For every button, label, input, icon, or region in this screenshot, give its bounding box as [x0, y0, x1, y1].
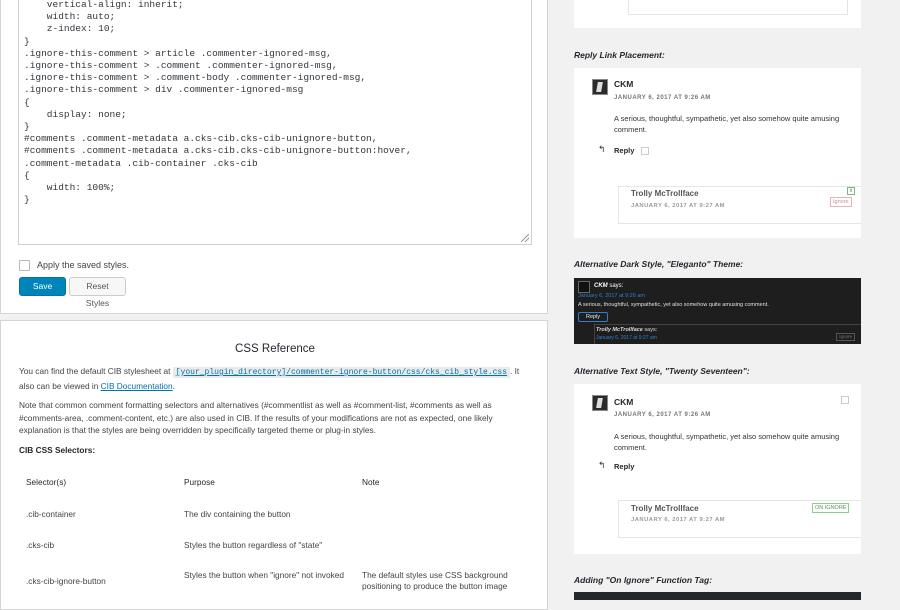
dark-author-name: CKM [594, 283, 608, 289]
comment-date: JANUARY 6, 2017 AT 9:26 AM [614, 95, 711, 101]
p1-end: . [172, 380, 175, 391]
reply-arrow-icon: ↰ [598, 144, 606, 154]
nested-comment-box [628, 0, 848, 15]
dark-troll-author: Trolly McTrollface says: [596, 327, 657, 333]
nested-comment: Trolly McTrollface JANUARY 6, 2017 AT 9:… [618, 500, 861, 538]
avatar [592, 79, 608, 95]
dark-style-example-card: CKM says: January 6, 2017 at 9:26 am A s… [574, 278, 861, 344]
dark-troll-date: January 6, 2017 at 9:27 am [596, 335, 657, 341]
row-selector: .cks-cib-ignore-button [26, 576, 106, 586]
comment-date: JANUARY 6, 2017 AT 9:26 AM [614, 412, 711, 418]
troll-author: Trolly McTrollface [631, 189, 699, 198]
save-css-button[interactable]: Save CSS [19, 277, 66, 308]
avatar [592, 395, 608, 411]
row-purpose: Styles the button when "ignore" not invo… [184, 570, 344, 580]
troll-date: JANUARY 6, 2017 AT 9:27 AM [631, 203, 725, 209]
row-note: The default styles use CSS background po… [362, 570, 508, 591]
reset-styles-button[interactable]: Reset Styles [69, 277, 126, 308]
header-note: Note [362, 477, 380, 487]
admin-bar-preview [574, 592, 861, 600]
comment-author: CKM [614, 79, 634, 89]
dark-comment-date: January 6, 2017 at 9:26 am [578, 293, 645, 299]
example-card-top [574, 0, 861, 28]
on-ignore-function-title: Adding "On Ignore" Function Tag: [574, 575, 713, 585]
ignore-button[interactable]: Ignore [830, 197, 852, 207]
row-purpose: The div containing the button [184, 509, 291, 519]
resize-grip-icon[interactable] [521, 234, 529, 242]
row-purpose: Styles the button regardless of "state" [184, 540, 323, 550]
cib-documentation-link[interactable]: CIB Documentation [101, 381, 173, 391]
css-code-text: vertical-align: inherit; width: auto; z-… [24, 0, 412, 206]
on-ignore-badge[interactable]: ON IGNORE [812, 503, 850, 513]
css-reference-panel: CSS Reference You can find the default C… [0, 320, 548, 610]
text-style-title: Alternative Text Style, "Twenty Seventee… [574, 366, 750, 376]
row-selector: .cks-cib [26, 540, 55, 550]
comment-body: A serious, thoughtful, sympathetic, yet … [614, 114, 840, 134]
comment-author: CKM [614, 397, 634, 407]
ignore-toggle-icon[interactable] [641, 147, 649, 155]
css-editor-panel: vertical-align: inherit; width: auto; z-… [0, 0, 548, 314]
dark-troll-name: Trolly McTrollface [596, 327, 643, 333]
header-purpose: Purpose [184, 477, 215, 487]
reference-paragraph-note: Note that common comment formatting sele… [19, 400, 493, 435]
selectors-heading: CIB CSS Selectors: [19, 445, 96, 455]
troll-author: Trolly McTrollface [631, 504, 699, 513]
nested-comment: Trolly McTrollface JANUARY 6, 2017 AT 9:… [618, 186, 861, 224]
dark-troll-says: says: [644, 327, 658, 333]
reply-arrow-icon: ↰ [598, 460, 606, 470]
troll-date: JANUARY 6, 2017 AT 9:27 AM [631, 517, 725, 523]
dark-says: says: [609, 283, 624, 289]
row-selector: .cib-container [26, 509, 76, 519]
stylesheet-path-code[interactable]: [your_plugin_directory]/commenter-ignore… [172, 367, 511, 378]
close-icon[interactable]: x [847, 187, 855, 195]
dark-style-title: Alternative Dark Style, "Eleganto" Theme… [574, 259, 744, 269]
p1-text: You can find the default CIB stylesheet … [19, 366, 173, 376]
dark-reply-button[interactable]: Reply [578, 312, 608, 322]
text-style-example-card: CKM JANUARY 6, 2017 AT 9:26 AM A serious… [574, 384, 861, 554]
reply-link[interactable]: Reply [614, 462, 634, 471]
header-selector: Selector(s) [26, 477, 67, 487]
comment-body: A serious, thoughtful, sympathetic, yet … [614, 432, 840, 452]
dark-comment-body: A serious, thoughtful, sympathetic, yet … [578, 302, 769, 308]
ignore-toggle-icon[interactable] [841, 396, 849, 404]
reply-link[interactable]: Reply [614, 146, 634, 155]
css-code-textarea[interactable]: vertical-align: inherit; width: auto; z-… [18, 0, 532, 245]
apply-styles-checkbox[interactable] [19, 259, 30, 271]
css-reference-title: CSS Reference [235, 343, 315, 355]
avatar [578, 281, 590, 293]
reply-link-example-card: CKM JANUARY 6, 2017 AT 9:26 AM A serious… [574, 68, 861, 238]
dark-ignore-button[interactable]: Ignore [836, 333, 855, 341]
reference-paragraph-stylesheet: You can find the default CIB stylesheet … [19, 365, 529, 392]
apply-styles-row[interactable]: Apply the saved styles. [19, 258, 129, 272]
reply-link-placement-title: Reply Link Placement: [574, 50, 665, 60]
apply-styles-label: Apply the saved styles. [37, 260, 130, 270]
dark-comment-author: CKM says: [594, 283, 623, 289]
